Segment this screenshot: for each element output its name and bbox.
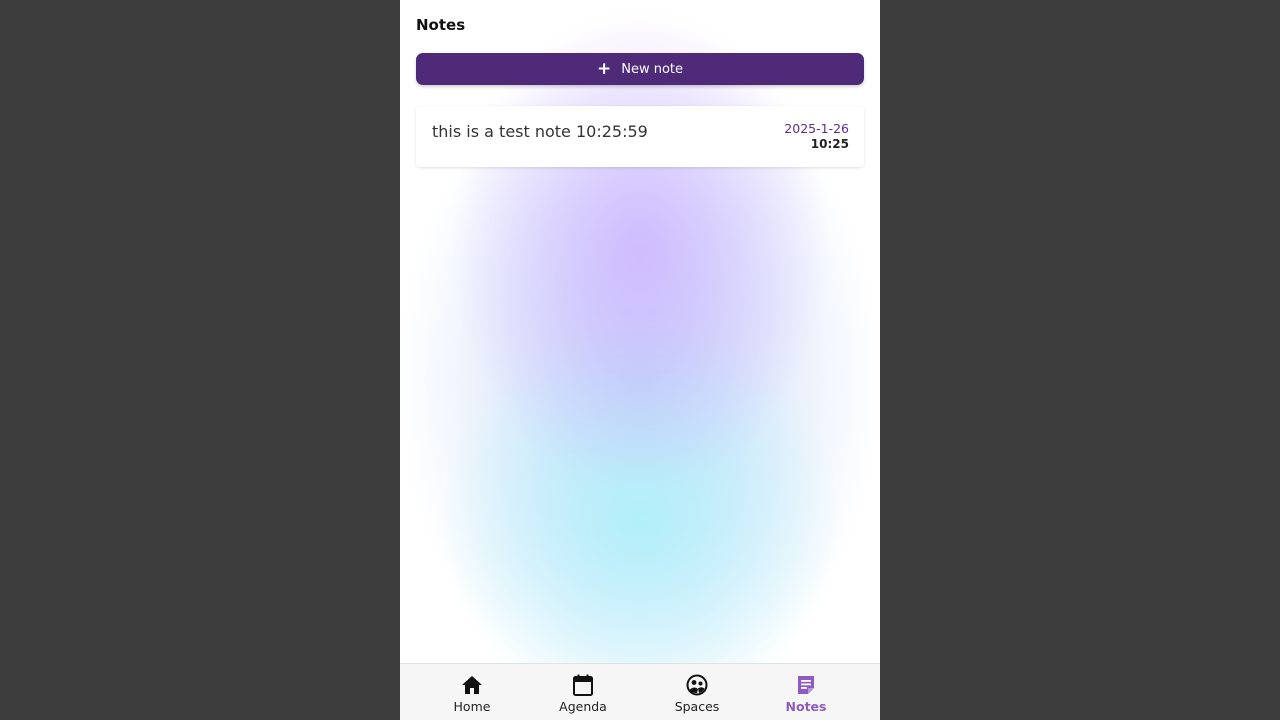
calendar-icon: [573, 674, 593, 696]
background-gradient: [400, 0, 880, 664]
nav-item-spaces[interactable]: Spaces: [657, 664, 737, 720]
notes-icon: [798, 676, 814, 694]
nav-item-agenda[interactable]: Agenda: [543, 664, 623, 720]
new-note-button[interactable]: + New note: [416, 53, 864, 85]
nav-label-spaces: Spaces: [674, 699, 720, 714]
note-date: 2025-1-26: [784, 121, 849, 136]
note-card[interactable]: this is a test note 10:25:59 2025-1-26 1…: [416, 106, 864, 167]
nav-label-home: Home: [453, 699, 491, 714]
app-screen: Notes + New note this is a test note 10:…: [400, 0, 880, 720]
nav-label-notes: Notes: [785, 699, 827, 714]
nav-item-home[interactable]: Home: [432, 664, 512, 720]
nav-label-agenda: Agenda: [559, 699, 607, 714]
note-time: 10:25: [810, 137, 849, 151]
note-text: this is a test note 10:25:59: [432, 122, 648, 141]
bottom-navigation: Home Agenda Spaces Notes: [400, 663, 880, 720]
home-icon: [462, 676, 482, 694]
new-note-label: New note: [621, 61, 684, 77]
spaces-icon: [686, 674, 708, 696]
plus-icon: +: [596, 58, 612, 79]
page-title: Notes: [416, 16, 466, 34]
nav-item-notes[interactable]: Notes: [766, 664, 846, 720]
